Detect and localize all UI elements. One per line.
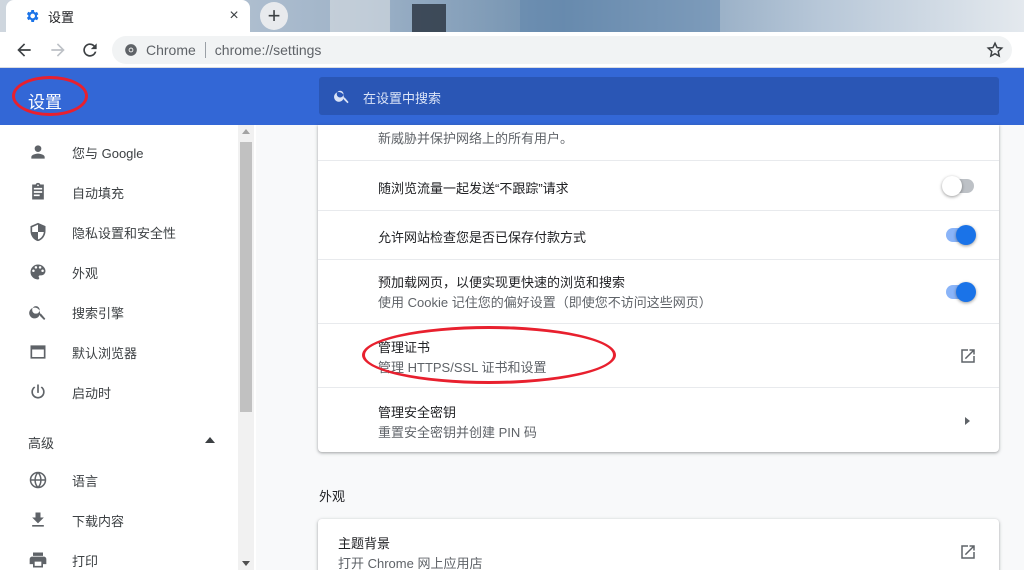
sidebar-item-label: 下载内容	[72, 513, 125, 529]
row-description: 新威胁并保护网络上的所有用户。	[378, 131, 574, 146]
tab-settings[interactable]: 设置 ×	[6, 0, 250, 32]
toggle-knob	[956, 282, 976, 302]
payment-methods-row[interactable]: 允许网站检查您是否已保存付款方式	[318, 210, 999, 259]
reload-icon[interactable]	[80, 40, 100, 60]
do-not-track-toggle[interactable]	[942, 176, 974, 196]
row-title: 管理安全密钥	[378, 405, 457, 420]
sidebar-item-label: 默认浏览器	[72, 345, 138, 361]
divider	[204, 42, 206, 58]
sidebar-item-label: 启动时	[72, 385, 112, 401]
shield-icon	[30, 222, 46, 242]
sidebar-item-label: 语言	[72, 473, 99, 489]
row-description: 重置安全密钥并创建 PIN 码	[378, 425, 537, 440]
preload-pages-row[interactable]: 预加载网页，以便实现更快速的浏览和搜索 使用 Cookie 记住您的偏好设置（即…	[318, 259, 999, 323]
sidebar-item-appearance[interactable]: 外观	[0, 252, 238, 292]
scroll-down-icon[interactable]	[242, 561, 250, 566]
row-title: 随浏览流量一起发送“不跟踪”请求	[378, 181, 569, 196]
desktop-background	[520, 0, 720, 32]
forward-icon[interactable]	[48, 40, 68, 60]
sidebar-item-label: 隐私设置和安全性	[72, 225, 177, 241]
sidebar-item-privacy[interactable]: 隐私设置和安全性	[0, 212, 238, 252]
highlight-circle	[12, 76, 88, 116]
sidebar-item-downloads[interactable]: 下载内容	[0, 500, 238, 540]
scrollbar-thumb[interactable]	[240, 142, 252, 412]
back-icon[interactable]	[14, 40, 34, 60]
star-icon[interactable]	[986, 41, 1004, 59]
sidebar-item-label: 自动填充	[72, 185, 125, 201]
scroll-up-icon[interactable]	[242, 129, 250, 134]
search-input[interactable]: 在设置中搜索	[319, 77, 999, 115]
power-icon	[31, 384, 45, 399]
browser-icon	[30, 345, 46, 359]
download-icon	[32, 512, 44, 527]
sidebar-item-search-engine[interactable]: 搜索引擎	[0, 292, 238, 332]
payment-methods-toggle[interactable]	[944, 225, 976, 245]
do-not-track-row[interactable]: 随浏览流量一起发送“不跟踪”请求	[318, 160, 999, 210]
chevron-right-icon[interactable]	[965, 417, 970, 425]
search-icon	[29, 306, 46, 320]
row-title: 主题背景	[338, 536, 391, 551]
manage-security-keys-row[interactable]: 管理安全密钥 重置安全密钥并创建 PIN 码	[318, 387, 999, 452]
address-bar[interactable]: Chrome chrome://settings	[112, 36, 1012, 64]
site-name: Chrome	[146, 42, 196, 58]
sidebar: 您与 Google 自动填充 隐私设置和安全性 外观 搜索引擎 默认浏览器 启动…	[0, 125, 256, 570]
search-icon	[334, 90, 349, 104]
desktop-background	[412, 4, 446, 32]
sidebar-item-default-browser[interactable]: 默认浏览器	[0, 332, 238, 372]
tab-title: 设置	[48, 9, 75, 25]
print-icon	[29, 552, 47, 568]
tab-strip: 设置 × +	[0, 0, 1024, 32]
sidebar-scrollbar[interactable]	[238, 125, 254, 570]
sidebar-item-label: 搜索引擎	[72, 305, 125, 321]
url-text[interactable]: chrome://settings	[215, 42, 322, 58]
theme-row[interactable]: 主题背景 打开 Chrome 网上应用店	[318, 519, 999, 570]
row-title: 允许网站检查您是否已保存付款方式	[378, 230, 587, 245]
row-description: 打开 Chrome 网上应用店	[338, 556, 483, 570]
privacy-settings-card: 新威胁并保护网络上的所有用户。 随浏览流量一起发送“不跟踪”请求 允许网站检查您…	[318, 125, 999, 452]
globe-icon	[29, 471, 47, 489]
toggle-knob	[956, 225, 976, 245]
sidebar-item-label: 打印	[72, 553, 99, 569]
chevron-up-icon[interactable]	[205, 437, 215, 443]
external-link-icon[interactable]	[959, 347, 977, 365]
section-title: 外观	[319, 489, 346, 504]
settings-header: 设置 在设置中搜索	[0, 68, 1024, 125]
sidebar-item-label: 您与 Google	[72, 145, 144, 161]
toggle-knob	[942, 176, 962, 196]
sidebar-item-you-and-google[interactable]: 您与 Google	[0, 132, 238, 172]
row-description: 使用 Cookie 记住您的偏好设置（即使您不访问这些网页）	[378, 295, 712, 310]
close-icon[interactable]: ×	[226, 8, 242, 24]
person-icon	[31, 145, 45, 159]
desktop-background	[330, 0, 390, 32]
clipboard-icon	[32, 182, 44, 200]
highlight-circle	[362, 326, 616, 384]
safe-browsing-row: 新威胁并保护网络上的所有用户。	[318, 125, 999, 160]
gear-icon	[26, 10, 39, 22]
sidebar-item-on-startup[interactable]: 启动时	[0, 372, 238, 412]
browser-toolbar: Chrome chrome://settings	[0, 32, 1024, 68]
palette-icon	[30, 264, 46, 280]
sidebar-item-printing[interactable]: 打印	[0, 540, 238, 570]
advanced-section-toggle[interactable]: 高级	[28, 433, 54, 452]
sidebar-item-label: 外观	[72, 265, 99, 281]
row-title: 预加载网页，以便实现更快速的浏览和搜索	[378, 275, 626, 290]
preload-pages-toggle[interactable]	[944, 282, 976, 302]
external-link-icon[interactable]	[959, 543, 977, 561]
chrome-icon	[125, 44, 137, 56]
search-placeholder: 在设置中搜索	[363, 91, 442, 106]
new-tab-button[interactable]: +	[260, 2, 288, 30]
sidebar-item-languages[interactable]: 语言	[0, 460, 238, 500]
sidebar-item-autofill[interactable]: 自动填充	[0, 172, 238, 212]
